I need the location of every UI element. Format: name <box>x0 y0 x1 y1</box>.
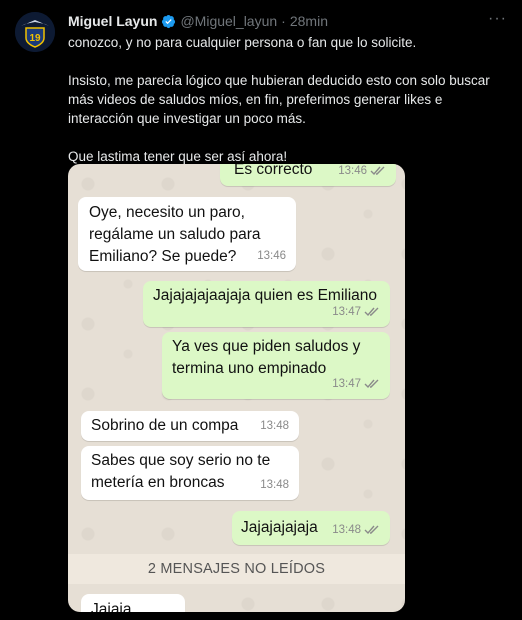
chat-message-outgoing: Es correcto 13:46 <box>220 164 396 186</box>
double-check-icon <box>364 307 379 317</box>
verified-badge-icon <box>162 14 176 28</box>
chat-message-incoming: Sobrino de un compa 13:48 <box>81 411 299 441</box>
message-text: Jajaja <box>91 601 132 612</box>
message-time: 13:46 <box>338 165 367 177</box>
message-meta: 13:46 <box>338 164 386 182</box>
tweet-media-image[interactable]: Es correcto 13:46 Oye, necesito un paro,… <box>68 164 405 612</box>
chat-message-outgoing: Ya ves que piden saludos y termina uno e… <box>162 332 390 399</box>
avatar-number: 19 <box>29 33 41 44</box>
chat-message-outgoing: Jajajajajaja 13:48 <box>232 511 390 545</box>
message-meta: 13:48 <box>332 519 380 541</box>
author-handle[interactable]: @Miguel_layun <box>180 13 277 29</box>
chat-message-incoming: Oye, necesito un paro, regálame un salud… <box>78 197 296 271</box>
message-time: 13:48 <box>332 524 361 536</box>
tweet-header: Miguel Layun @Miguel_layun · 28min <box>68 11 512 31</box>
message-text: Jajajajajaja <box>241 519 318 536</box>
message-time: 13:48 <box>260 420 289 432</box>
message-time: 13:48 <box>260 479 289 491</box>
separator-dot: · <box>281 13 286 29</box>
tweet-text: conozco, y no para cualquier persona o f… <box>68 33 508 166</box>
chat-message-incoming: Jajaja <box>81 594 185 612</box>
message-meta: 13:47 <box>332 301 380 323</box>
message-text: Es correcto <box>234 164 313 178</box>
double-check-icon <box>364 379 379 389</box>
author-name[interactable]: Miguel Layun <box>68 13 157 29</box>
message-meta: 13:46 <box>257 245 286 267</box>
tweet-paragraph: Insisto, me parecía lógico que hubieran … <box>68 73 490 126</box>
message-text: Sobrino de un compa <box>91 417 239 434</box>
timestamp[interactable]: 28min <box>290 13 328 29</box>
message-time: 13:47 <box>332 306 361 318</box>
message-time: 13:47 <box>332 378 361 390</box>
message-meta: 13:48 <box>260 474 289 496</box>
tweet-paragraph: conozco, y no para cualquier persona o f… <box>68 35 417 50</box>
message-text: Oye, necesito un paro, regálame un salud… <box>89 204 261 265</box>
chat-message-incoming: Sabes que soy serio no te metería en bro… <box>81 446 299 500</box>
message-meta: 13:48 <box>260 415 289 437</box>
more-options-icon[interactable]: ··· <box>488 10 507 28</box>
unread-messages-divider: 2 MENSAJES NO LEÍDOS <box>68 554 405 584</box>
message-meta: 13:47 <box>332 373 380 395</box>
avatar[interactable]: 19 <box>15 12 55 52</box>
double-check-icon <box>364 525 379 535</box>
double-check-icon <box>370 166 385 176</box>
message-time: 13:46 <box>257 250 286 262</box>
chat-message-outgoing: Jajajajajaajaja quien es Emiliano 13:47 <box>143 281 390 327</box>
